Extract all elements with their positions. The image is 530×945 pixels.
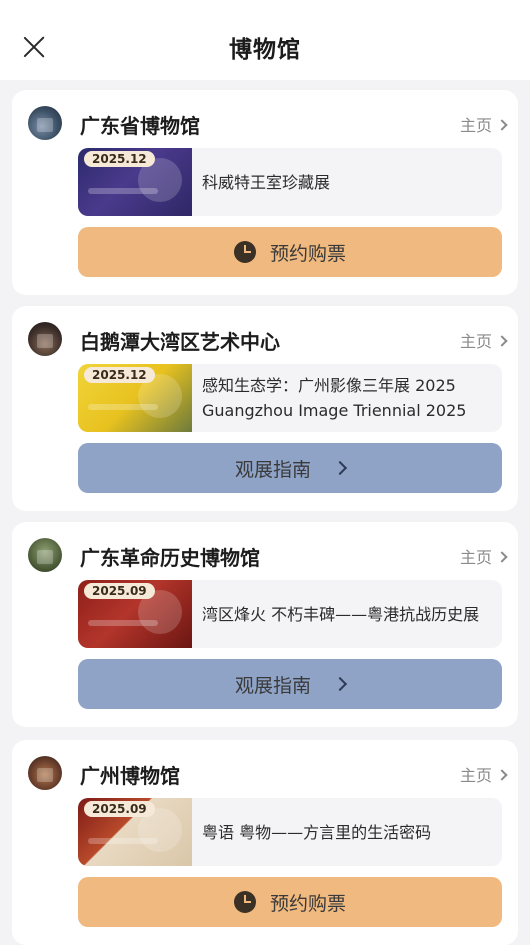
home-link[interactable]: 主页 <box>459 112 508 136</box>
museum-avatar[interactable] <box>28 756 62 790</box>
poster-decoration <box>88 620 158 626</box>
museum-name[interactable]: 广东省博物馆 <box>80 110 200 139</box>
museum-avatar[interactable] <box>28 322 62 356</box>
museum-avatar[interactable] <box>28 106 62 140</box>
visit-guide-button[interactable]: 观展指南 <box>78 659 502 709</box>
exhibit-item[interactable]: 2025.12 科威特王室珍藏展 <box>78 148 502 216</box>
exhibit-item[interactable]: 2025.12 感知生态学：广州影像三年展 2025 Guangzhou Ima… <box>78 364 502 432</box>
museum-avatar[interactable] <box>28 538 62 572</box>
home-link-label: 主页 <box>459 548 492 567</box>
exhibit-item[interactable]: 2025.09 湾区烽火 不朽丰碑——粤港抗战历史展 <box>78 580 502 648</box>
home-link-label: 主页 <box>459 332 492 351</box>
museum-card: 广州博物馆 主页 2025.09 粤语 粤物——方言里的生活密码 预约购票 <box>12 740 518 945</box>
museum-name[interactable]: 白鹅潭大湾区艺术中心 <box>80 326 280 355</box>
chevron-right-icon <box>332 460 348 476</box>
home-link[interactable]: 主页 <box>459 544 508 568</box>
poster-decoration <box>88 404 158 410</box>
museum-card: 广东革命历史博物馆 主页 2025.09 湾区烽火 不朽丰碑——粤港抗战历史展 … <box>12 522 518 727</box>
exhibit-date-badge: 2025.09 <box>84 801 155 817</box>
museum-name[interactable]: 广东革命历史博物馆 <box>80 542 260 571</box>
visit-guide-button[interactable]: 观展指南 <box>78 443 502 493</box>
exhibit-poster: 2025.09 <box>78 798 192 866</box>
museum-name[interactable]: 广州博物馆 <box>80 760 180 789</box>
button-label: 观展指南 <box>234 458 311 481</box>
exhibit-title-wrap: 粤语 粤物——方言里的生活密码 <box>202 798 494 866</box>
chevron-right-icon <box>332 676 348 692</box>
chevron-right-icon <box>496 769 508 781</box>
exhibit-title-wrap: 感知生态学：广州影像三年展 2025 Guangzhou Image Trien… <box>202 364 494 432</box>
exhibit-date-badge: 2025.12 <box>84 367 155 383</box>
exhibit-title-wrap: 科威特王室珍藏展 <box>202 148 494 216</box>
exhibit-title: 感知生态学：广州影像三年展 2025 Guangzhou Image Trien… <box>202 376 467 420</box>
poster-decoration <box>88 188 158 194</box>
book-ticket-button[interactable]: 预约购票 <box>78 227 502 277</box>
exhibit-title: 科威特王室珍藏展 <box>202 172 331 192</box>
home-link-label: 主页 <box>459 766 492 785</box>
button-label: 观展指南 <box>234 674 311 697</box>
chevron-right-icon <box>496 551 508 563</box>
page-title: 博物馆 <box>229 37 301 63</box>
home-link[interactable]: 主页 <box>459 762 508 786</box>
button-label: 预约购票 <box>269 892 346 915</box>
exhibit-date-badge: 2025.09 <box>84 583 155 599</box>
button-label: 预约购票 <box>269 242 346 265</box>
exhibit-title-wrap: 湾区烽火 不朽丰碑——粤港抗战历史展 <box>202 580 494 648</box>
poster-decoration <box>88 838 158 844</box>
clock-icon <box>233 241 256 263</box>
exhibit-poster: 2025.12 <box>78 364 192 432</box>
exhibit-title: 粤语 粤物——方言里的生活密码 <box>202 822 432 842</box>
exhibit-poster: 2025.12 <box>78 148 192 216</box>
chevron-right-icon <box>496 335 508 347</box>
exhibit-title: 湾区烽火 不朽丰碑——粤港抗战历史展 <box>202 604 480 624</box>
exhibit-item[interactable]: 2025.09 粤语 粤物——方言里的生活密码 <box>78 798 502 866</box>
home-link-label: 主页 <box>459 116 492 135</box>
chevron-right-icon <box>496 119 508 131</box>
clock-icon <box>233 891 256 913</box>
header-bar: 博物馆 <box>0 0 530 80</box>
book-ticket-button[interactable]: 预约购票 <box>78 877 502 927</box>
exhibit-poster: 2025.09 <box>78 580 192 648</box>
exhibit-date-badge: 2025.12 <box>84 151 155 167</box>
museum-card: 广东省博物馆 主页 2025.12 科威特王室珍藏展 预约购票 <box>12 90 518 295</box>
home-link[interactable]: 主页 <box>459 328 508 352</box>
museum-card: 白鹅潭大湾区艺术中心 主页 2025.12 感知生态学：广州影像三年展 2025… <box>12 306 518 511</box>
